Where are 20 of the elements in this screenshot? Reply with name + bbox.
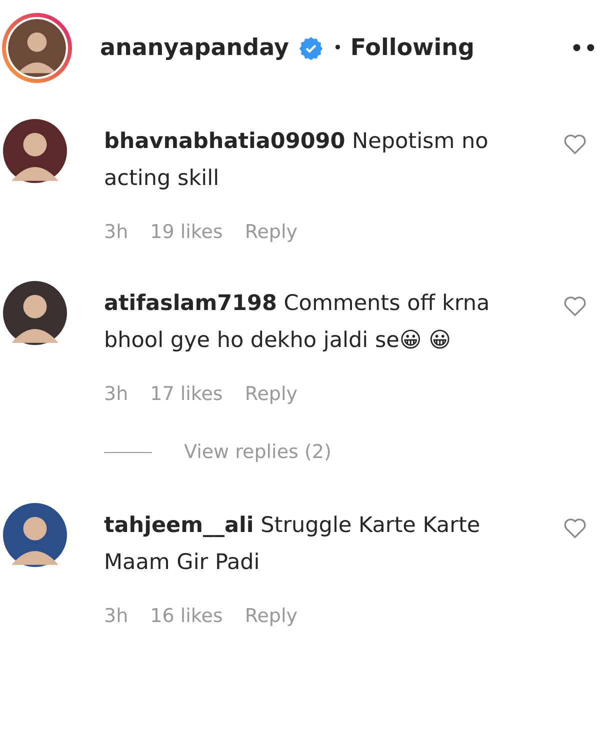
separator-dot: • [332,38,342,57]
commenter-avatar[interactable] [3,281,67,345]
username[interactable]: ananyapanday [100,34,289,60]
likes-count[interactable]: 16 likes [150,605,223,627]
likes-count[interactable]: 17 likes [150,383,223,405]
comment-time: 3h [104,605,128,627]
comment-time: 3h [104,383,128,405]
likes-count[interactable]: 19 likes [150,221,223,243]
view-replies-link[interactable]: View replies (2) [184,441,332,463]
more-options-button[interactable]: •• [570,36,598,60]
reply-link[interactable]: Reply [244,605,298,627]
comment-time: 3h [104,221,128,243]
reply-link[interactable]: Reply [244,383,298,405]
comment-text: atifaslam7198 Comments off krna bhool gye ho dekho jaldi se😀 😀 [104,291,490,353]
commenter-avatar[interactable] [3,119,67,183]
reply-link[interactable]: Reply [244,221,298,243]
commenter-avatar[interactable] [3,503,67,567]
following-button[interactable]: Following [350,34,474,60]
comment-text: tahjeem__ali Struggle Karte Karte Maam Gir Padi [104,513,480,575]
comment-text: bhavnabhatia09090 Nepotism no acting skill [104,129,488,191]
